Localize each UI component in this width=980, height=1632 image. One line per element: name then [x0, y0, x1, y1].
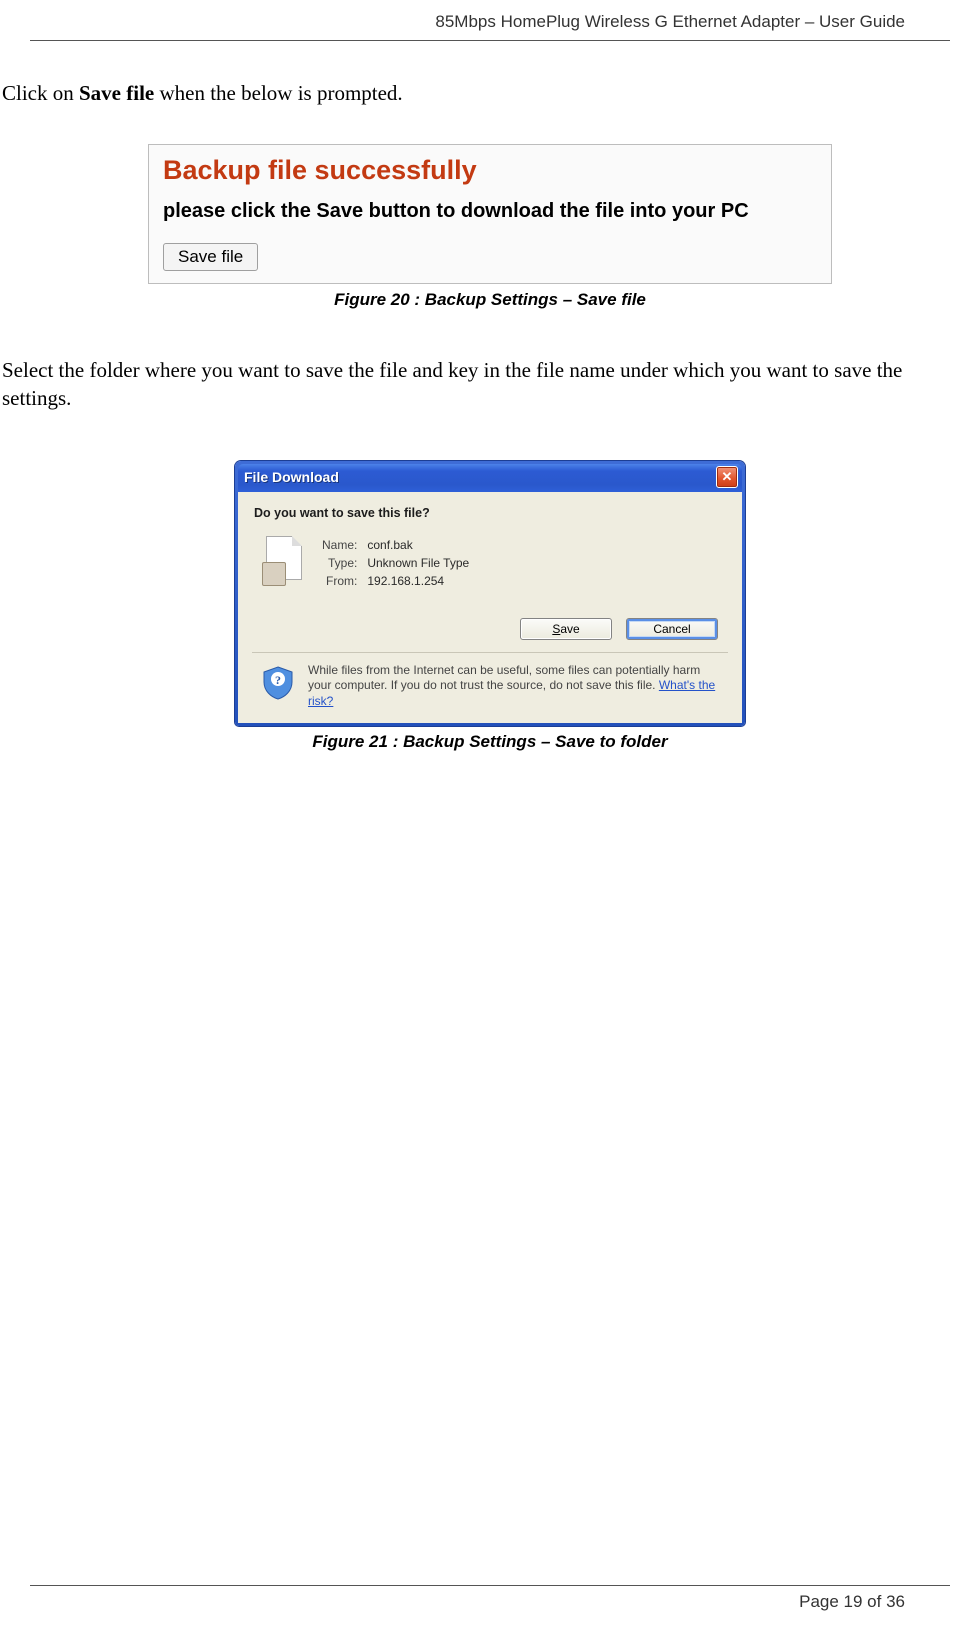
- close-icon[interactable]: ✕: [716, 466, 738, 488]
- backup-title: Backup file successfully: [163, 155, 817, 186]
- page-number: Page 19 of 36: [30, 1592, 905, 1612]
- dialog-prompt: Do you want to save this file?: [254, 506, 726, 520]
- shield-icon: ?: [260, 665, 296, 701]
- warning-row: ? While files from the Internet can be u…: [238, 653, 742, 724]
- from-label: From:: [322, 574, 367, 588]
- save-file-button[interactable]: Save file: [163, 243, 258, 271]
- save-button[interactable]: Save: [520, 618, 612, 640]
- figure-21-caption: Figure 21 : Backup Settings – Save to fo…: [30, 732, 950, 752]
- page-header: 85Mbps HomePlug Wireless G Ethernet Adap…: [30, 0, 950, 41]
- from-value: 192.168.1.254: [367, 574, 469, 588]
- figure-21: File Download ✕ Do you want to save this…: [30, 461, 950, 753]
- titlebar: File Download ✕: [238, 464, 742, 492]
- type-label: Type:: [322, 556, 367, 570]
- dialog-body: Do you want to save this file? Name: con…: [238, 492, 742, 724]
- footer-rule: [30, 1585, 950, 1586]
- save-button-text: ave: [560, 622, 579, 636]
- name-label: Name:: [322, 538, 367, 552]
- figure-20: Backup file successfully please click th…: [30, 144, 950, 310]
- name-value: conf.bak: [367, 538, 469, 552]
- text: when the below is prompted.: [154, 81, 402, 105]
- text-bold: Save file: [79, 81, 154, 105]
- warning-text: While files from the Internet can be use…: [308, 663, 726, 710]
- dialog-top: Do you want to save this file? Name: con…: [238, 492, 742, 606]
- xp-dialog: File Download ✕ Do you want to save this…: [235, 461, 745, 727]
- dialog-title: File Download: [244, 469, 339, 485]
- page-footer: Page 19 of 36: [30, 1585, 950, 1612]
- info-table: Name: conf.bak Type: Unknown File Type F…: [322, 534, 469, 592]
- header-title: 85Mbps HomePlug Wireless G Ethernet Adap…: [30, 12, 905, 32]
- file-info: Name: conf.bak Type: Unknown File Type F…: [254, 534, 726, 592]
- figure-20-caption: Figure 20 : Backup Settings – Save file: [30, 290, 950, 310]
- button-row: Save Cancel: [238, 606, 742, 652]
- type-value: Unknown File Type: [367, 556, 469, 570]
- text: Click on: [2, 81, 79, 105]
- cancel-button[interactable]: Cancel: [626, 618, 718, 640]
- backup-panel: Backup file successfully please click th…: [148, 144, 832, 284]
- file-icon: [262, 536, 306, 584]
- instruction-2: Select the folder where you want to save…: [2, 356, 950, 413]
- instruction-1: Click on Save file when the below is pro…: [2, 81, 950, 106]
- backup-subtitle: please click the Save button to download…: [163, 200, 817, 223]
- warning-body: While files from the Internet can be use…: [308, 663, 700, 693]
- header-rule: [30, 40, 950, 41]
- svg-text:?: ?: [275, 673, 281, 687]
